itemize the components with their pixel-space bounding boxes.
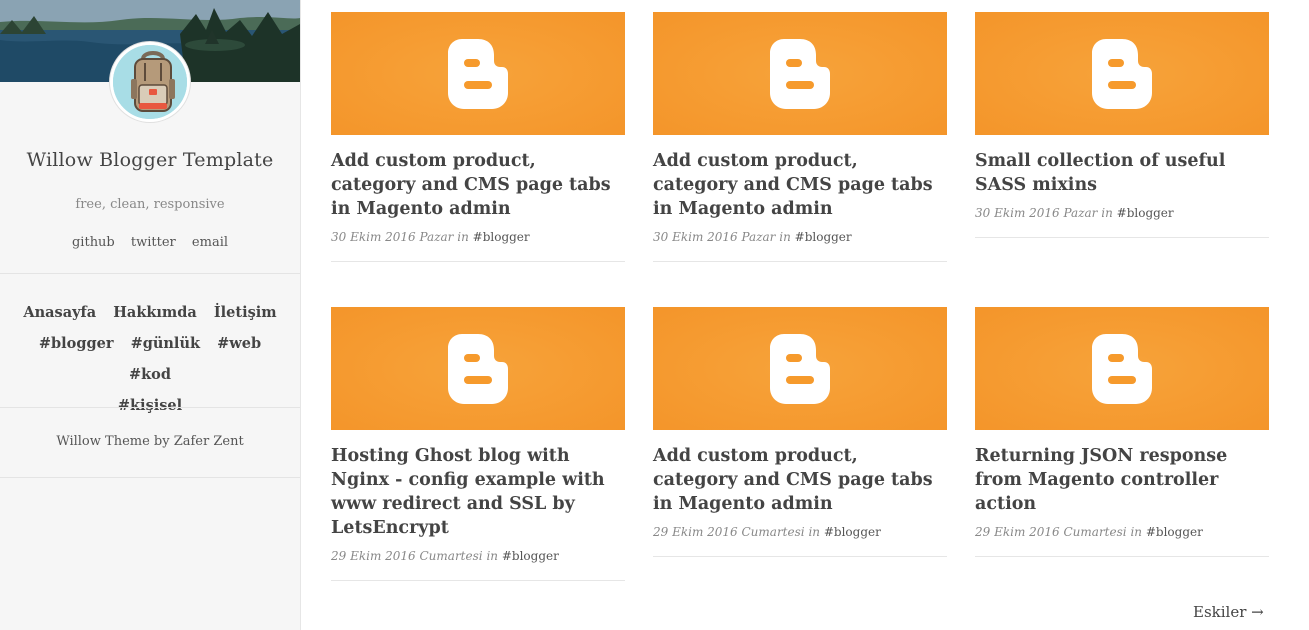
post-tag[interactable]: #blogger xyxy=(1117,206,1174,220)
post-separator xyxy=(653,261,947,262)
post-title[interactable]: Returning JSON response from Magento con… xyxy=(975,444,1269,516)
post-card: Small collection of useful SASS mixins 3… xyxy=(975,12,1269,238)
post-meta: 30 Ekim 2016 Pazar in #blogger xyxy=(653,230,947,244)
post-in-label: in xyxy=(779,230,791,244)
post-date: 30 Ekim 2016 Pazar xyxy=(653,230,776,244)
post-in-label: in xyxy=(457,230,469,244)
post-tag[interactable]: #blogger xyxy=(502,549,559,563)
menu-item-anasayfa[interactable]: Anasayfa xyxy=(23,304,96,321)
blogger-logo-icon xyxy=(448,39,508,109)
backpack-icon xyxy=(113,45,187,119)
post-card: Hosting Ghost blog with Nginx - config e… xyxy=(331,307,625,581)
sidebar-divider xyxy=(0,477,300,478)
menu-tag-gunluk[interactable]: #günlük xyxy=(131,335,200,352)
post-separator xyxy=(331,261,625,262)
scrollbar-track xyxy=(1297,0,1309,630)
menu-tag-kod[interactable]: #kod xyxy=(129,366,171,383)
post-tag[interactable]: #blogger xyxy=(1146,525,1203,539)
blog-title[interactable]: Willow Blogger Template xyxy=(0,149,300,171)
blogger-logo-icon xyxy=(1092,39,1152,109)
older-posts-link[interactable]: Eskiler → xyxy=(1193,603,1264,621)
sidebar-divider xyxy=(0,407,300,408)
post-in-label: in xyxy=(486,549,499,563)
sidebar: Willow Blogger Template free, clean, res… xyxy=(0,0,301,630)
post-title[interactable]: Add custom product, category and CMS pag… xyxy=(653,149,947,221)
menu-tag-blogger[interactable]: #blogger xyxy=(39,335,114,352)
post-meta: 29 Ekim 2016 Cumartesi in #blogger xyxy=(331,549,625,563)
blogger-logo-icon xyxy=(770,334,830,404)
post-card: Add custom product, category and CMS pag… xyxy=(331,12,625,262)
blog-tagline: free, clean, responsive xyxy=(75,197,225,212)
post-in-label: in xyxy=(808,525,821,539)
post-thumbnail[interactable] xyxy=(331,307,625,430)
post-meta: 29 Ekim 2016 Cumartesi in #blogger xyxy=(653,525,947,539)
sidebar-menu: Anasayfa Hakkımda İletişim #blogger #gün… xyxy=(10,297,290,421)
post-tag[interactable]: #blogger xyxy=(795,230,852,244)
blogger-logo-icon xyxy=(770,39,830,109)
post-thumbnail[interactable] xyxy=(331,12,625,135)
post-meta: 30 Ekim 2016 Pazar in #blogger xyxy=(975,206,1269,220)
post-meta: 29 Ekim 2016 Cumartesi in #blogger xyxy=(975,525,1269,539)
post-tag[interactable]: #blogger xyxy=(473,230,530,244)
post-title[interactable]: Add custom product, category and CMS pag… xyxy=(331,149,625,221)
email-link[interactable]: email xyxy=(192,235,228,250)
post-thumbnail[interactable] xyxy=(653,307,947,430)
post-title[interactable]: Small collection of useful SASS mixins xyxy=(975,149,1269,197)
post-title[interactable]: Add custom product, category and CMS pag… xyxy=(653,444,947,516)
post-separator xyxy=(331,580,625,581)
post-separator xyxy=(653,556,947,557)
avatar[interactable] xyxy=(110,42,190,122)
post-date: 30 Ekim 2016 Pazar xyxy=(331,230,454,244)
menu-tag-web[interactable]: #web xyxy=(217,335,261,352)
post-thumbnail[interactable] xyxy=(975,12,1269,135)
github-link[interactable]: github xyxy=(72,235,115,250)
post-in-label: in xyxy=(1130,525,1143,539)
post-thumbnail[interactable] xyxy=(975,307,1269,430)
menu-tag-kisisel[interactable]: #kişisel xyxy=(118,397,182,414)
post-tag[interactable]: #blogger xyxy=(824,525,881,539)
twitter-link[interactable]: twitter xyxy=(131,235,176,250)
blogger-logo-icon xyxy=(448,334,508,404)
social-links: github twitter email xyxy=(0,235,300,250)
theme-credit: Willow Theme by Zafer Zent xyxy=(56,434,244,449)
post-date: 30 Ekim 2016 Pazar xyxy=(975,206,1098,220)
post-separator xyxy=(975,237,1269,238)
post-meta: 30 Ekim 2016 Pazar in #blogger xyxy=(331,230,625,244)
blogger-logo-icon xyxy=(1092,334,1152,404)
post-card: Add custom product, category and CMS pag… xyxy=(653,307,947,557)
post-card: Add custom product, category and CMS pag… xyxy=(653,12,947,262)
post-thumbnail[interactable] xyxy=(653,12,947,135)
post-card: Returning JSON response from Magento con… xyxy=(975,307,1269,557)
post-date: 29 Ekim 2016 Cumartesi xyxy=(653,525,805,539)
post-separator xyxy=(975,556,1269,557)
post-in-label: in xyxy=(1101,206,1113,220)
menu-item-hakkimda[interactable]: Hakkımda xyxy=(113,304,197,321)
post-title[interactable]: Hosting Ghost blog with Nginx - config e… xyxy=(331,444,625,540)
sidebar-divider xyxy=(0,273,300,274)
post-date: 29 Ekim 2016 Cumartesi xyxy=(975,525,1127,539)
menu-item-iletisim[interactable]: İletişim xyxy=(214,304,277,321)
post-date: 29 Ekim 2016 Cumartesi xyxy=(331,549,483,563)
